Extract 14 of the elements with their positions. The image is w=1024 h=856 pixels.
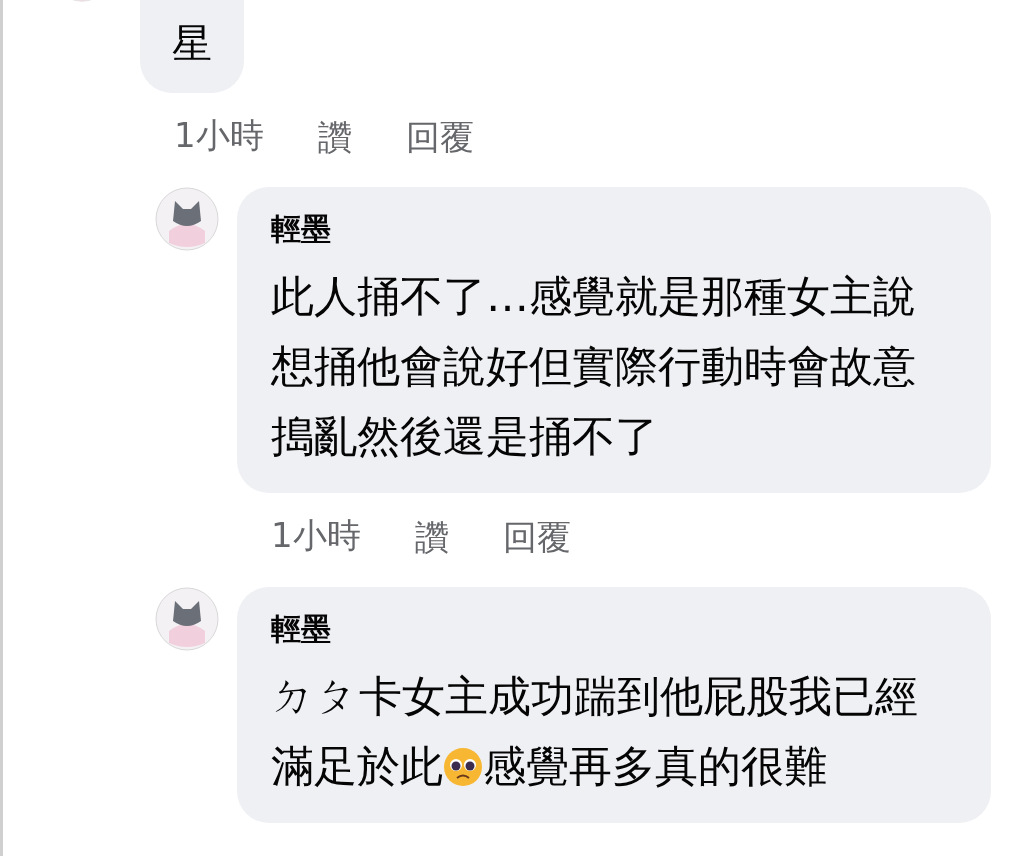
pleading-face-icon	[443, 747, 483, 787]
comment-time: 1小時	[271, 514, 361, 557]
comment-text: 星	[172, 20, 212, 66]
comment-time: 1小時	[174, 114, 264, 157]
like-link[interactable]: 讚	[414, 513, 449, 563]
like-link[interactable]: 讚	[317, 113, 352, 163]
author-name[interactable]: 輕墨	[271, 607, 957, 651]
avatar	[155, 187, 219, 251]
comment-text: 此人捅不了…感覺就是那種女主說想捅他會說好但實際行動時會故意搗亂然後還是捅不了	[271, 270, 917, 463]
comment-text: ㄉㄆ卡女主成功踹到他屁股我已經滿足於此 感覺再多真的很難	[271, 670, 919, 793]
author-name[interactable]: 輕墨	[271, 207, 957, 251]
reply-link[interactable]: 回覆	[405, 113, 474, 163]
avatar	[155, 587, 219, 651]
reply-link[interactable]: 回覆	[502, 513, 571, 563]
